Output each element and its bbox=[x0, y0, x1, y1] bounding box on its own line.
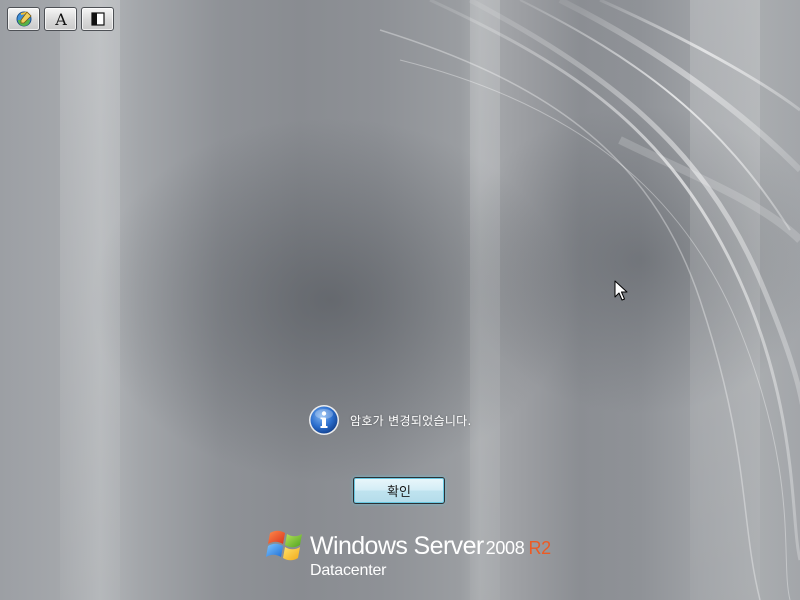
windows-flag-logo bbox=[266, 530, 302, 561]
font-size-button[interactable]: A bbox=[44, 7, 77, 31]
ease-of-access-icon bbox=[16, 11, 32, 27]
message-text: 암호가 변경되었습니다. bbox=[350, 413, 472, 428]
font-size-icon: A bbox=[54, 10, 67, 28]
high-contrast-icon bbox=[90, 12, 105, 26]
font-size-glyph: A bbox=[54, 10, 67, 28]
mouse-cursor-icon bbox=[614, 280, 628, 301]
product-release: R2 bbox=[528, 538, 551, 558]
ease-of-access-button[interactable] bbox=[7, 7, 40, 31]
windows-server-branding: Windows Server 2008 R2 Datacenter bbox=[266, 524, 556, 584]
status-message: 암호가 변경되었습니다. bbox=[308, 404, 472, 436]
product-name-line: Windows Server 2008 R2 bbox=[310, 532, 551, 561]
accessibility-toolbar: A bbox=[7, 7, 114, 31]
product-version: 2008 bbox=[485, 538, 525, 558]
background-light-streaks bbox=[60, 0, 800, 600]
ok-button[interactable]: 확인 bbox=[353, 477, 445, 504]
product-edition: Datacenter bbox=[310, 562, 387, 579]
info-icon bbox=[309, 405, 339, 435]
product-name: Windows Server bbox=[310, 532, 484, 560]
high-contrast-button[interactable] bbox=[81, 7, 114, 31]
